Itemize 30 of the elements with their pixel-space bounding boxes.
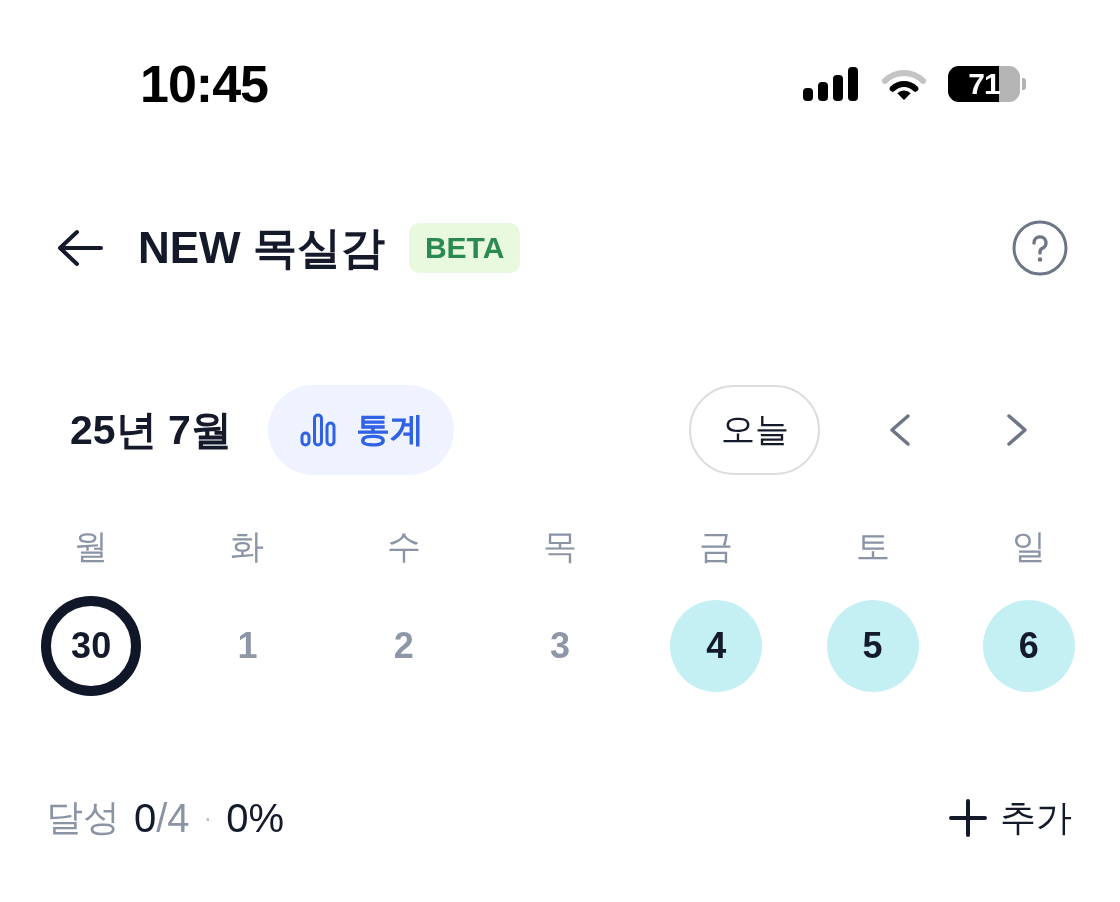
beta-badge: BETA	[408, 223, 521, 273]
weekday-label: 목	[543, 526, 577, 566]
chevron-left-icon[interactable]	[887, 413, 912, 447]
plus-icon	[949, 799, 987, 837]
weekday-label: 토	[855, 526, 890, 566]
progress-count: 0/4	[134, 795, 190, 841]
weekday-label: 수	[386, 526, 421, 566]
calendar-day[interactable]: 6	[982, 600, 1075, 692]
weekday-label: 일	[1011, 526, 1046, 566]
calendar-day[interactable]: 5	[826, 600, 919, 692]
calendar-day[interactable]: 30	[41, 596, 142, 696]
help-icon[interactable]	[1012, 220, 1068, 276]
status-time: 10:45	[140, 56, 268, 112]
separator-dot: ·	[203, 802, 213, 834]
page-title: NEW 목실감	[138, 221, 385, 274]
signal-icon	[803, 67, 858, 101]
weekday-label: 금	[699, 526, 734, 566]
month-title: 25년 7월	[70, 405, 232, 455]
progress-label: 달성	[46, 796, 120, 840]
wifi-icon	[880, 67, 928, 101]
progress-percent: 0%	[226, 795, 285, 841]
today-button[interactable]: 오늘	[689, 385, 820, 475]
weekday-label: 화	[230, 526, 265, 566]
chevron-right-icon[interactable]	[1005, 413, 1030, 447]
back-arrow-icon[interactable]	[57, 229, 103, 267]
bar-chart-icon	[299, 413, 336, 447]
stats-button[interactable]: 통계	[267, 385, 454, 475]
add-button[interactable]: 추가	[949, 793, 1072, 843]
calendar-day[interactable]: 4	[670, 600, 763, 692]
weekday-label: 월	[74, 526, 109, 566]
